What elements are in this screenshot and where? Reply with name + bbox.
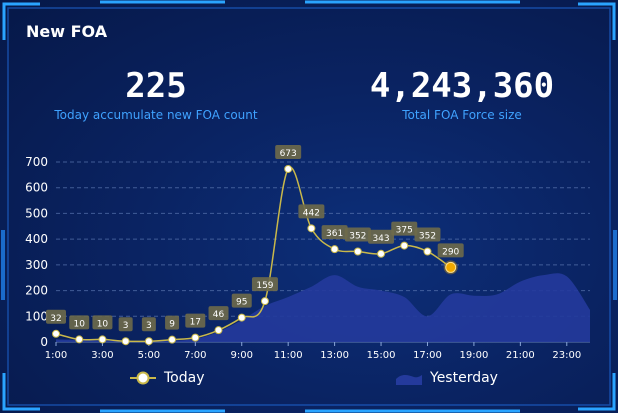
- foa-line-chart: 0 100 200 300 400 500 600 700 1:00 3:00 5:00 7:00 9:…: [25, 144, 590, 361]
- data-label: 3: [123, 321, 129, 331]
- legend-yesterday-label: Yesterday: [430, 370, 498, 386]
- data-label: 352: [419, 231, 436, 241]
- today-point: [144, 337, 153, 346]
- today-point: [307, 224, 316, 233]
- today-point: [75, 335, 84, 344]
- today-point: [423, 247, 432, 256]
- today-point: [237, 313, 246, 322]
- today-point: [98, 335, 107, 344]
- yesterday-area: [56, 273, 590, 342]
- x-tick-label: 17:00: [413, 350, 442, 361]
- data-label: 352: [349, 231, 366, 241]
- x-tick-label: 13:00: [320, 350, 349, 361]
- today-count-value: 225: [125, 66, 187, 106]
- data-label: 10: [73, 319, 85, 329]
- total-size-label: Total FOA Force size: [402, 108, 522, 122]
- x-tick-label: 7:00: [184, 350, 206, 361]
- today-point: [191, 333, 200, 342]
- today-point: [377, 249, 386, 258]
- today-legend-icon: [130, 371, 156, 385]
- legend-today[interactable]: Today: [130, 370, 205, 386]
- data-label: 46: [213, 310, 225, 320]
- today-point: [52, 329, 60, 338]
- data-label: 17: [190, 318, 201, 328]
- data-label: 343: [372, 234, 389, 244]
- y-tick-label: 200: [25, 284, 48, 298]
- data-label: 290: [442, 247, 459, 257]
- y-tick-label: 500: [25, 206, 48, 220]
- y-tick-label: 100: [25, 309, 48, 323]
- today-point: [353, 247, 362, 256]
- today-point: [400, 241, 409, 250]
- x-tick-label: 1:00: [45, 350, 67, 361]
- today-point: [168, 335, 177, 344]
- data-label: 9: [169, 320, 175, 330]
- today-point: [284, 164, 293, 173]
- y-tick-label: 600: [25, 181, 48, 195]
- data-label: 95: [236, 298, 247, 308]
- panel-title: New FOA: [26, 22, 108, 41]
- data-label: 673: [280, 149, 297, 159]
- y-tick-label: 400: [25, 232, 48, 246]
- y-tick-label: 700: [25, 155, 48, 169]
- new-foa-panel: New FOA 225 Today accumulate new FOA cou…: [0, 0, 618, 413]
- x-tick-label: 15:00: [367, 350, 396, 361]
- x-tick-label: 23:00: [552, 350, 581, 361]
- data-label: 361: [326, 229, 343, 239]
- legend-today-label: Today: [164, 370, 205, 386]
- x-tick-label: 19:00: [459, 350, 488, 361]
- today-point: [214, 326, 223, 335]
- today-point: [260, 297, 269, 306]
- x-tick-label: 3:00: [91, 350, 113, 361]
- x-tick-label: 11:00: [274, 350, 303, 361]
- total-size-value: 4,243,360: [369, 66, 555, 106]
- data-label: 32: [50, 314, 61, 324]
- data-label: 3: [146, 321, 152, 331]
- x-tick-label: 21:00: [506, 350, 535, 361]
- data-label: 10: [97, 319, 109, 329]
- data-label: 375: [396, 226, 413, 236]
- data-label: 442: [303, 208, 320, 218]
- x-tick-label: 5:00: [138, 350, 160, 361]
- today-count-label: Today accumulate new FOA count: [54, 108, 258, 122]
- today-point: [330, 245, 339, 254]
- data-label: 159: [256, 281, 273, 291]
- y-tick-label: 0: [40, 335, 48, 349]
- current-point: [445, 261, 457, 273]
- today-point: [121, 337, 130, 346]
- legend-yesterday[interactable]: Yesterday: [396, 370, 498, 386]
- x-tick-label: 9:00: [231, 350, 253, 361]
- y-tick-label: 300: [25, 258, 48, 272]
- yesterday-legend-icon: [396, 375, 422, 385]
